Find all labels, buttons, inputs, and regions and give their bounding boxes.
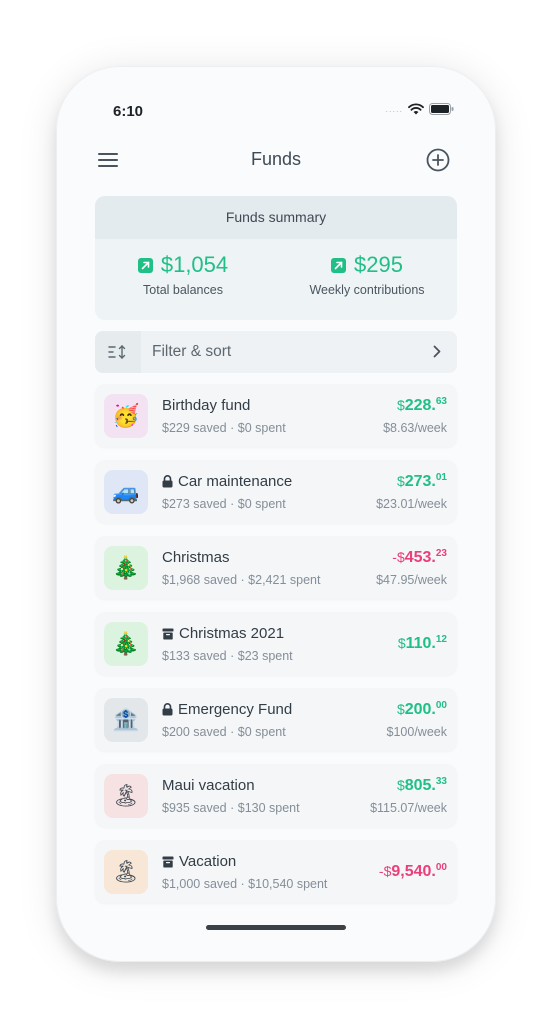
fund-card[interactable]: 🏝 Vacation $1,000 saved · $10,540 spent -$9…: [95, 840, 457, 903]
trend-up-icon: [331, 257, 347, 273]
fund-balance: -$9,540.00: [379, 862, 447, 881]
fund-balance-whole: 9,540.: [391, 863, 436, 880]
total-balances-value: $1,054: [160, 252, 229, 277]
fund-balance-whole: 110.: [405, 635, 436, 652]
trend-up-icon: [137, 257, 153, 273]
fund-card[interactable]: 🚙 Car maintenance $273 saved · $0 spent $27…: [95, 460, 457, 523]
fund-card[interactable]: 🏝 Maui vacation $935 saved · $130 spent $80…: [95, 764, 457, 827]
app-screen: 6:10 ..... Funds Funds summary $1,054 To…: [56, 66, 496, 962]
archive-icon: [162, 856, 174, 868]
fund-balance: $200.00: [397, 700, 447, 719]
fund-balance-currency: $: [396, 701, 405, 717]
archive-icon: [162, 628, 174, 640]
fund-emoji-icon: 🏦: [104, 698, 148, 742]
fund-weekly-contribution: $23.01/week: [376, 497, 447, 511]
fund-emoji-icon: 🏝: [104, 850, 148, 894]
fund-balance: $228.63: [397, 396, 447, 415]
phone-frame: 6:10 ..... Funds Funds summary $1,054 To…: [56, 66, 496, 962]
fund-saved-spent: $1,000 saved · $10,540 spent: [162, 877, 328, 891]
fund-card[interactable]: 🎄 Christmas $1,968 saved · $2,421 spent -$4…: [95, 536, 457, 599]
fund-balance-whole: 805.: [404, 777, 436, 794]
fund-card[interactable]: 🏦 Emergency Fund $200 saved · $0 spent $200…: [95, 688, 457, 751]
fund-emoji-icon: 🚙: [104, 470, 148, 514]
fund-list: 🥳 Birthday fund $229 saved · $0 spent $228.…: [95, 384, 457, 916]
fund-balance-currency: $: [396, 473, 405, 489]
fund-balance-cents: 23: [435, 548, 447, 559]
fund-saved-spent: $133 saved · $23 spent: [162, 649, 293, 663]
fund-balance: -$453.23: [392, 548, 447, 567]
fund-balance-cents: 12: [435, 634, 447, 645]
fund-name: Car maintenance: [178, 473, 293, 490]
fund-card[interactable]: 🥳 Birthday fund $229 saved · $0 spent $228.…: [95, 384, 457, 447]
fund-balance-cents: 33: [435, 776, 447, 787]
fund-balance-cents: 63: [435, 396, 447, 407]
home-indicator[interactable]: [206, 925, 346, 930]
fund-balance: $110.12: [398, 634, 447, 653]
fund-name: Emergency Fund: [178, 701, 293, 718]
fund-name: Vacation: [179, 853, 237, 870]
status-time: 6:10: [113, 103, 144, 120]
weekly-contributions-value: $295: [354, 252, 403, 277]
fund-saved-spent: $229 saved · $0 spent: [162, 421, 286, 435]
fund-saved-spent: $200 saved · $0 spent: [162, 725, 286, 739]
total-balances: $1,054 Total balances: [115, 252, 251, 297]
fund-emoji-icon: 🥳: [104, 394, 148, 438]
fund-balance-currency: $: [396, 397, 405, 413]
funds-summary-card: Funds summary $1,054 Total balances $295: [95, 196, 457, 320]
fund-balance-whole: 228.: [404, 397, 436, 414]
chevron-right-icon: [433, 345, 441, 363]
fund-balance-whole: 453.: [404, 549, 436, 566]
filter-sort-button[interactable]: Filter & sort: [95, 331, 457, 373]
weekly-contributions-label: Weekly contributions: [309, 283, 425, 297]
fund-balance-currency: $: [397, 635, 406, 651]
fund-name: Christmas: [162, 549, 230, 566]
lock-icon: [162, 703, 173, 716]
fund-balance-whole: 273.: [404, 473, 436, 490]
battery-icon: [429, 103, 454, 115]
fund-name: Maui vacation: [162, 777, 255, 794]
fund-balance-currency: $: [396, 549, 405, 565]
signal-icon: .....: [385, 104, 403, 114]
fund-balance-cents: 01: [435, 472, 447, 483]
fund-saved-spent: $273 saved · $0 spent: [162, 497, 286, 511]
fund-weekly-contribution: $115.07/week: [370, 801, 447, 815]
fund-emoji-icon: 🏝: [104, 774, 148, 818]
fund-balance-cents: 00: [435, 862, 447, 873]
status-icons: .....: [385, 103, 454, 115]
fund-saved-spent: $1,968 saved · $2,421 spent: [162, 573, 321, 587]
fund-saved-spent: $935 saved · $130 spent: [162, 801, 300, 815]
funds-summary-header: Funds summary: [95, 196, 457, 239]
fund-weekly-contribution: $47.95/week: [376, 573, 447, 587]
sort-icon: [95, 331, 141, 373]
fund-weekly-contribution: $8.63/week: [383, 421, 447, 435]
total-balances-label: Total balances: [143, 283, 223, 297]
fund-balance: $273.01: [397, 472, 447, 491]
fund-name: Christmas 2021: [179, 625, 285, 642]
filter-sort-label: Filter & sort: [152, 343, 232, 360]
fund-balance-currency: $: [396, 777, 405, 793]
fund-card[interactable]: 🎄 Christmas 2021 $133 saved · $23 spent $11…: [95, 612, 457, 675]
wifi-icon: [408, 103, 424, 115]
fund-balance-cents: 00: [435, 700, 447, 711]
fund-emoji-icon: 🎄: [104, 546, 148, 590]
fund-weekly-contribution: $100/week: [386, 725, 447, 739]
lock-icon: [162, 475, 173, 488]
add-fund-icon[interactable]: [426, 148, 450, 172]
fund-name: Birthday fund: [162, 397, 251, 414]
fund-balance-whole: 200.: [404, 701, 436, 718]
fund-emoji-icon: 🎄: [104, 622, 148, 666]
weekly-contributions: $295 Weekly contributions: [292, 252, 442, 297]
fund-balance: $805.33: [397, 776, 447, 795]
